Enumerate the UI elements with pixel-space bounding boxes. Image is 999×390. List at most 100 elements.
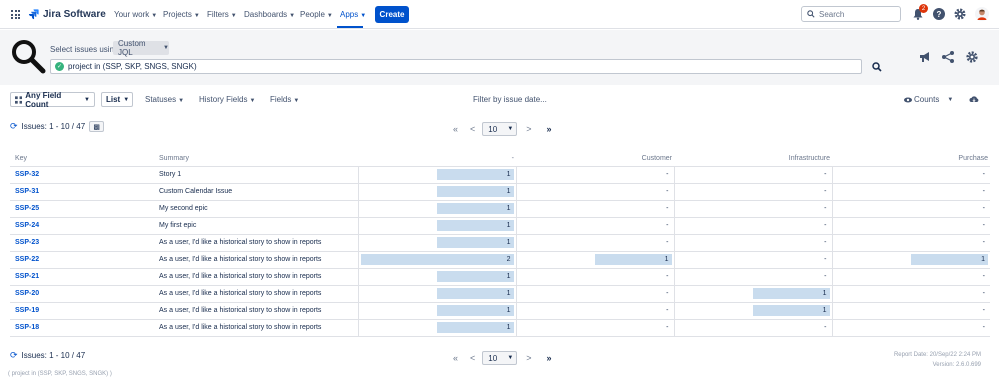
table-row[interactable]: SSP-21 As a user, I'd like a historical s…: [10, 268, 990, 286]
issue-key-link[interactable]: SSP-32: [10, 166, 154, 184]
count-bar[interactable]: 1: [437, 220, 514, 231]
count-cell-none[interactable]: 1: [358, 268, 517, 286]
count-cell-none[interactable]: 1: [358, 285, 517, 303]
count-bar[interactable]: 1: [437, 322, 514, 333]
chart-toggle-icon[interactable]: ▩: [89, 121, 105, 132]
count-cell-none[interactable]: 1: [358, 302, 517, 320]
history-fields-dropdown[interactable]: History Fields ▼: [199, 95, 255, 104]
count-cell-none[interactable]: 1: [358, 200, 517, 218]
table-row[interactable]: SSP-24 My first epic 1 - - -: [10, 217, 990, 235]
table-row[interactable]: SSP-22 As a user, I'd like a historical s…: [10, 251, 990, 269]
first-page-button[interactable]: «: [453, 353, 458, 363]
count-cell-none[interactable]: 1: [358, 217, 517, 235]
count-bar[interactable]: 1: [437, 169, 514, 180]
nav-your-work[interactable]: Your work ▼: [114, 10, 157, 19]
page-size-select[interactable]: 10 ▼: [482, 351, 518, 365]
count-bar-track: 1: [361, 271, 514, 282]
column-header-none[interactable]: -: [358, 151, 516, 167]
count-bar[interactable]: 1: [437, 237, 514, 248]
issue-key-link[interactable]: SSP-21: [10, 268, 154, 286]
fields-dropdown[interactable]: Fields ▼: [270, 95, 299, 104]
prev-page-button[interactable]: <: [470, 353, 475, 363]
issue-key-link[interactable]: SSP-25: [10, 200, 154, 218]
issue-key-link[interactable]: SSP-31: [10, 183, 154, 201]
table-row[interactable]: SSP-23 As a user, I'd like a historical s…: [10, 234, 990, 252]
cloud-download-icon[interactable]: [969, 95, 979, 104]
count-cell-none[interactable]: 1: [358, 234, 517, 252]
count-cell-customer[interactable]: 1: [516, 251, 675, 269]
refresh-icon[interactable]: ⟳: [10, 350, 18, 361]
nav-projects[interactable]: Projects ▼: [163, 10, 200, 19]
view-mode-dropdown[interactable]: List ▼: [101, 92, 133, 107]
count-cell-infrastructure[interactable]: 1: [674, 285, 833, 303]
count-bar[interactable]: 2: [360, 254, 514, 265]
table-row[interactable]: SSP-19 As a user, I'd like a historical s…: [10, 302, 990, 320]
table-row[interactable]: SSP-31 Custom Calendar Issue 1 - - -: [10, 183, 990, 201]
last-page-button[interactable]: »: [547, 353, 552, 363]
jql-query-input[interactable]: ✓ project in (SSP, SKP, SNGS, SNGK): [50, 59, 862, 74]
global-search-input[interactable]: Search: [801, 6, 901, 22]
issue-key-link[interactable]: SSP-19: [10, 302, 154, 320]
count-value: 1: [822, 290, 827, 297]
query-mode-dropdown[interactable]: Custom JQL ▼: [113, 39, 169, 57]
nav-filters[interactable]: Filters ▼: [207, 10, 237, 19]
next-page-button[interactable]: >: [526, 353, 531, 363]
issue-date-filter[interactable]: Filter by issue date...: [473, 95, 547, 104]
count-bar[interactable]: 1: [437, 305, 514, 316]
create-button[interactable]: Create: [375, 6, 409, 23]
help-icon[interactable]: ?: [932, 7, 946, 21]
count-bar[interactable]: 1: [437, 203, 514, 214]
table-row[interactable]: SSP-25 My second epic 1 - - -: [10, 200, 990, 218]
first-page-button[interactable]: «: [453, 124, 458, 134]
count-bar[interactable]: 1: [437, 186, 514, 197]
issue-key-link[interactable]: SSP-18: [10, 319, 154, 337]
issue-key-link[interactable]: SSP-20: [10, 285, 154, 303]
next-page-button[interactable]: >: [526, 124, 531, 134]
issue-key-link[interactable]: SSP-23: [10, 234, 154, 252]
column-header-summary[interactable]: Summary: [154, 151, 358, 167]
column-header-infrastructure[interactable]: Infrastructure: [674, 151, 832, 167]
column-header-customer[interactable]: Customer: [516, 151, 674, 167]
page-size-select[interactable]: 10 ▼: [482, 122, 518, 136]
table-row[interactable]: SSP-18 As a user, I'd like a historical s…: [10, 319, 990, 337]
app-switcher-icon[interactable]: [11, 10, 20, 19]
count-cell-none[interactable]: 2: [358, 251, 517, 269]
issue-key-link[interactable]: SSP-24: [10, 217, 154, 235]
user-avatar-icon[interactable]: [975, 7, 989, 21]
count-bar[interactable]: 1: [595, 254, 672, 265]
nav-people[interactable]: People ▼: [300, 10, 333, 19]
jira-logo[interactable]: Jira Software: [28, 8, 106, 20]
count-bar[interactable]: 1: [437, 288, 514, 299]
count-cell-purchase[interactable]: 1: [832, 251, 990, 269]
count-cell-none[interactable]: 1: [358, 183, 517, 201]
run-query-search-icon[interactable]: [872, 62, 882, 72]
count-bar[interactable]: 1: [753, 288, 830, 299]
count-cell-none[interactable]: 1: [358, 319, 517, 337]
table-row[interactable]: SSP-32 Story 1 1 - - -: [10, 166, 990, 184]
chevron-down-icon: ▼: [947, 96, 954, 103]
share-icon[interactable]: [941, 50, 955, 64]
issue-key-link[interactable]: SSP-22: [10, 251, 154, 269]
nav-apps[interactable]: Apps ▼: [340, 10, 366, 19]
announcement-megaphone-icon[interactable]: [918, 50, 932, 64]
prev-page-button[interactable]: <: [470, 124, 475, 134]
refresh-icon[interactable]: ⟳: [10, 121, 18, 132]
report-settings-gear-icon[interactable]: [965, 50, 979, 64]
last-page-button[interactable]: »: [547, 124, 552, 134]
statuses-dropdown[interactable]: Statuses ▼: [145, 95, 184, 104]
count-bar[interactable]: 1: [753, 305, 830, 316]
count-bar[interactable]: 1: [437, 271, 514, 282]
empty-value: -: [982, 171, 985, 178]
column-header-key[interactable]: Key: [10, 151, 154, 167]
search-placeholder: Search: [819, 9, 845, 19]
field-count-dropdown[interactable]: Any Field Count ▼: [10, 91, 95, 109]
count-bar[interactable]: 1: [911, 254, 988, 265]
table-row[interactable]: SSP-20 As a user, I'd like a historical s…: [10, 285, 990, 303]
counts-dropdown[interactable]: Counts ▼: [904, 95, 953, 104]
column-header-purchase[interactable]: Purchase: [832, 151, 990, 167]
nav-dashboards[interactable]: Dashboards ▼: [244, 10, 295, 19]
count-cell-infrastructure[interactable]: 1: [674, 302, 833, 320]
settings-gear-icon[interactable]: [953, 7, 967, 21]
count-cell-purchase: -: [832, 183, 990, 201]
count-cell-none[interactable]: 1: [358, 166, 517, 184]
